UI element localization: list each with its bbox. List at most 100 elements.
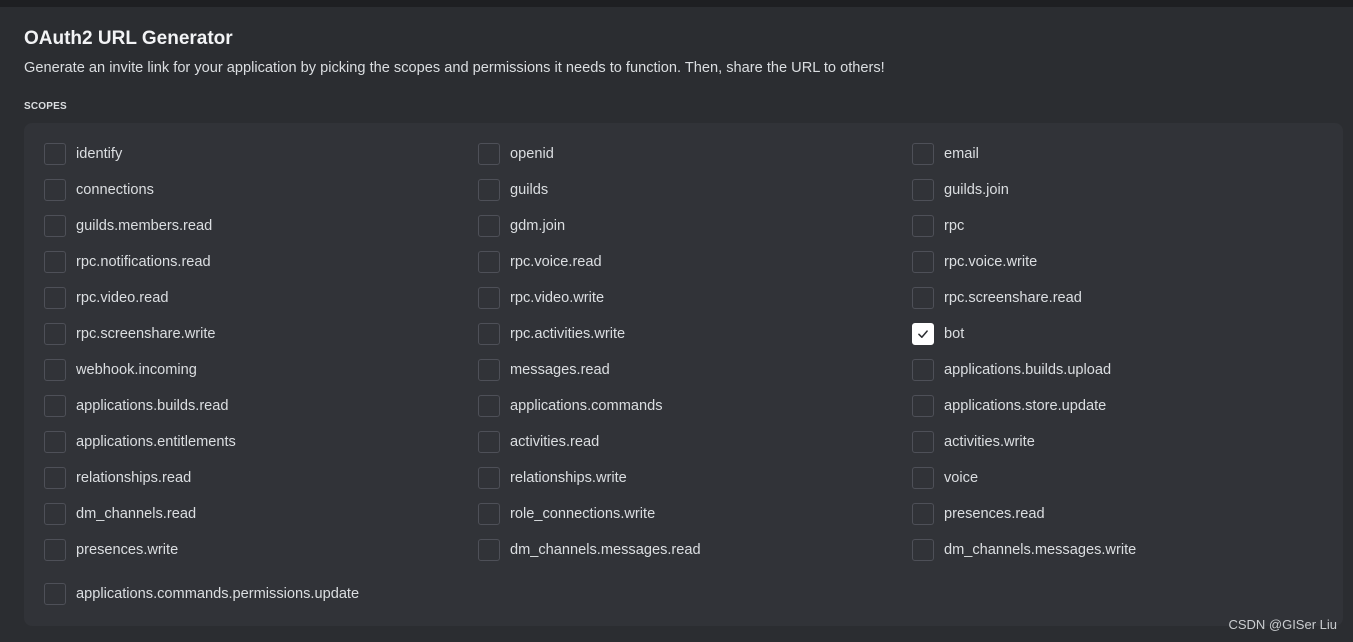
scope-checkbox-item[interactable]: relationships.write bbox=[478, 466, 912, 490]
scope-checkbox[interactable] bbox=[44, 179, 66, 201]
scope-checkbox-item[interactable]: guilds.join bbox=[912, 178, 1346, 202]
scope-checkbox[interactable] bbox=[478, 215, 500, 237]
scope-checkbox[interactable] bbox=[478, 251, 500, 273]
scope-checkbox-item[interactable]: rpc.screenshare.write bbox=[44, 322, 478, 346]
scope-label: applications.builds.upload bbox=[944, 362, 1112, 378]
scope-checkbox[interactable] bbox=[44, 359, 66, 381]
scope-checkbox[interactable] bbox=[478, 359, 500, 381]
scope-checkbox-item[interactable]: connections bbox=[44, 178, 478, 202]
scope-checkbox[interactable] bbox=[478, 287, 500, 309]
scope-checkbox-item[interactable]: voice bbox=[912, 466, 1346, 490]
scope-checkbox-item[interactable]: dm_channels.read bbox=[44, 502, 478, 526]
scope-checkbox[interactable] bbox=[912, 431, 934, 453]
scope-checkbox[interactable] bbox=[478, 467, 500, 489]
scope-checkbox[interactable] bbox=[44, 395, 66, 417]
scope-checkbox-item[interactable]: email bbox=[912, 142, 1346, 166]
scope-checkbox[interactable] bbox=[478, 143, 500, 165]
scope-label: bot bbox=[944, 326, 965, 342]
scope-checkbox[interactable] bbox=[44, 323, 66, 345]
scope-checkbox-item[interactable]: openid bbox=[478, 142, 912, 166]
scope-checkbox-item[interactable]: rpc.activities.write bbox=[478, 322, 912, 346]
scope-checkbox[interactable] bbox=[912, 323, 934, 345]
check-icon bbox=[918, 330, 928, 338]
scope-label: activities.read bbox=[510, 434, 600, 450]
scope-checkbox[interactable] bbox=[478, 179, 500, 201]
scope-checkbox-item[interactable]: rpc.voice.write bbox=[912, 250, 1346, 274]
scope-checkbox-item[interactable]: dm_channels.messages.write bbox=[912, 538, 1346, 562]
scope-checkbox-item[interactable]: applications.commands.permissions.update bbox=[44, 582, 478, 606]
scope-checkbox-item[interactable]: applications.store.update bbox=[912, 394, 1346, 418]
scope-checkbox[interactable] bbox=[912, 179, 934, 201]
scope-checkbox-item[interactable]: role_connections.write bbox=[478, 502, 912, 526]
scope-label: applications.commands.permissions.update bbox=[76, 586, 360, 602]
watermark: CSDN @GISer Liu bbox=[1228, 617, 1337, 632]
scope-checkbox[interactable] bbox=[44, 431, 66, 453]
scope-label: connections bbox=[76, 182, 154, 198]
top-divider bbox=[0, 0, 1353, 7]
scope-checkbox[interactable] bbox=[44, 287, 66, 309]
scope-label: rpc.voice.read bbox=[510, 254, 602, 270]
scope-checkbox[interactable] bbox=[478, 539, 500, 561]
scope-checkbox[interactable] bbox=[912, 215, 934, 237]
scope-checkbox-item[interactable]: activities.read bbox=[478, 430, 912, 454]
scope-checkbox[interactable] bbox=[44, 539, 66, 561]
scope-checkbox-item[interactable]: rpc.video.read bbox=[44, 286, 478, 310]
scope-checkbox-item[interactable]: applications.builds.upload bbox=[912, 358, 1346, 382]
scope-checkbox-item[interactable]: rpc.voice.read bbox=[478, 250, 912, 274]
page-description: Generate an invite link for your applica… bbox=[24, 60, 885, 76]
scope-checkbox[interactable] bbox=[912, 359, 934, 381]
scope-checkbox-item[interactable]: webhook.incoming bbox=[44, 358, 478, 382]
scope-checkbox-item[interactable]: rpc.screenshare.read bbox=[912, 286, 1346, 310]
scope-checkbox[interactable] bbox=[44, 251, 66, 273]
scope-checkbox[interactable] bbox=[478, 431, 500, 453]
scope-checkbox-item[interactable]: rpc bbox=[912, 214, 1346, 238]
scope-checkbox-item[interactable]: rpc.notifications.read bbox=[44, 250, 478, 274]
scope-label: dm_channels.messages.write bbox=[944, 542, 1137, 558]
scope-checkbox-item[interactable]: applications.commands bbox=[478, 394, 912, 418]
scope-checkbox-item[interactable]: gdm.join bbox=[478, 214, 912, 238]
scope-label: presences.write bbox=[76, 542, 179, 558]
scope-label: messages.read bbox=[510, 362, 610, 378]
scopes-grid: identify openid email connections guilds guil… bbox=[44, 142, 1346, 610]
scope-checkbox-item[interactable]: applications.builds.read bbox=[44, 394, 478, 418]
scope-checkbox[interactable] bbox=[912, 539, 934, 561]
scope-checkbox[interactable] bbox=[44, 503, 66, 525]
scope-label: rpc bbox=[944, 218, 965, 234]
scope-checkbox[interactable] bbox=[44, 143, 66, 165]
scope-checkbox-item[interactable]: bot bbox=[912, 322, 1346, 346]
scope-label: voice bbox=[944, 470, 979, 486]
scope-checkbox[interactable] bbox=[912, 467, 934, 489]
scope-label: openid bbox=[510, 146, 554, 162]
scope-checkbox-item[interactable]: guilds bbox=[478, 178, 912, 202]
page-title: OAuth2 URL Generator bbox=[24, 28, 233, 49]
scope-checkbox-item[interactable]: messages.read bbox=[478, 358, 912, 382]
scope-checkbox[interactable] bbox=[912, 287, 934, 309]
scope-label: dm_channels.read bbox=[76, 506, 197, 522]
scope-checkbox[interactable] bbox=[912, 503, 934, 525]
scope-label: applications.store.update bbox=[944, 398, 1107, 414]
scope-checkbox-item[interactable]: activities.write bbox=[912, 430, 1346, 454]
scope-checkbox[interactable] bbox=[478, 395, 500, 417]
scope-checkbox-item[interactable]: presences.write bbox=[44, 538, 478, 562]
scope-checkbox-item[interactable]: guilds.members.read bbox=[44, 214, 478, 238]
scope-label: guilds.members.read bbox=[76, 218, 213, 234]
scope-checkbox-item[interactable]: presences.read bbox=[912, 502, 1346, 526]
scope-label: role_connections.write bbox=[510, 506, 656, 522]
scope-checkbox[interactable] bbox=[912, 251, 934, 273]
scope-checkbox-item[interactable]: identify bbox=[44, 142, 478, 166]
scope-checkbox-item[interactable]: applications.entitlements bbox=[44, 430, 478, 454]
scopes-panel: identify openid email connections guilds guil… bbox=[24, 123, 1343, 626]
scope-checkbox[interactable] bbox=[478, 503, 500, 525]
scope-label: guilds bbox=[510, 182, 549, 198]
scope-checkbox[interactable] bbox=[44, 583, 66, 605]
scope-checkbox-item[interactable]: dm_channels.messages.read bbox=[478, 538, 912, 562]
scope-checkbox[interactable] bbox=[44, 467, 66, 489]
scope-label: rpc.activities.write bbox=[510, 326, 626, 342]
scope-label: rpc.voice.write bbox=[944, 254, 1038, 270]
scope-checkbox[interactable] bbox=[478, 323, 500, 345]
scope-checkbox[interactable] bbox=[912, 395, 934, 417]
scope-checkbox-item[interactable]: relationships.read bbox=[44, 466, 478, 490]
scope-checkbox[interactable] bbox=[44, 215, 66, 237]
scope-checkbox-item[interactable]: rpc.video.write bbox=[478, 286, 912, 310]
scope-checkbox[interactable] bbox=[912, 143, 934, 165]
